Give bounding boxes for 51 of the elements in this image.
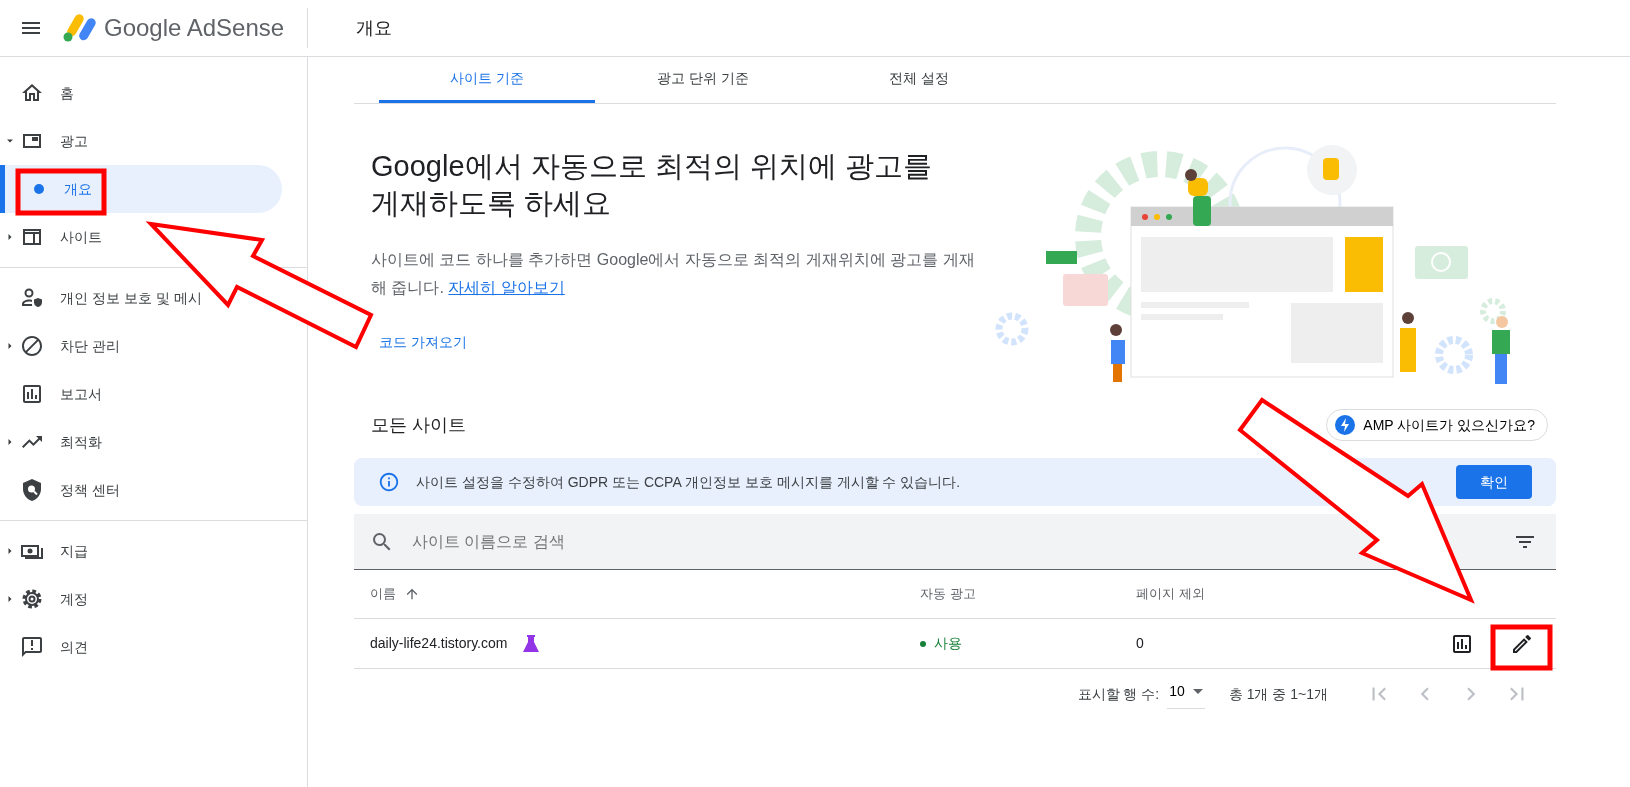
- sidebar-item[interactable]: 홈: [0, 78, 74, 108]
- section-title: 모든 사이트: [371, 413, 466, 437]
- rows-per-page-select[interactable]: 10: [1167, 679, 1205, 709]
- sidebar-item[interactable]: 차단 관리: [0, 331, 120, 361]
- menu-icon: [22, 22, 40, 34]
- page-title: 개요: [355, 16, 392, 40]
- confirm-button[interactable]: 확인: [1456, 465, 1532, 499]
- highlight-frame: [1490, 624, 1553, 671]
- get-code-button[interactable]: 코드 가져오기: [371, 326, 475, 359]
- table-cell-text: 0: [1136, 634, 1145, 653]
- bolt-icon: [1335, 415, 1356, 435]
- sidebar-item[interactable]: 최적화: [0, 427, 102, 457]
- bar-chart-icon: [20, 382, 44, 406]
- learn-more-link[interactable]: 자세히 알아보기: [448, 279, 565, 296]
- rows-per-page-label: 표시할 행 수:: [1077, 684, 1160, 704]
- site-name: daily-life24.tistory.com: [370, 634, 508, 653]
- page-range: 총 1개 중 1~1개: [1228, 684, 1328, 704]
- hero-headline: Google에서 자동으로 최적의 위치에 광고를 게재하도록 하세요: [371, 149, 933, 221]
- hero-description: 사이트에 코드 하나를 추가하면 Google에서 자동으로 최적의 게재위치에 광고를 게재해 줍니다. 자세히 알아보기: [371, 250, 976, 298]
- bullet-icon: [34, 184, 44, 194]
- info-icon: [378, 471, 400, 493]
- shield-search-icon: [20, 478, 44, 502]
- logo-icon: [62, 13, 96, 43]
- tab[interactable]: 사이트 기준: [379, 57, 595, 103]
- sidebar-item[interactable]: 개요: [0, 165, 282, 213]
- sidebar-item[interactable]: 사이트: [0, 222, 102, 252]
- status-text: 사용: [934, 634, 962, 653]
- sidebar-item[interactable]: 계정: [0, 584, 88, 614]
- column-header: 페이지 제외: [1136, 585, 1206, 604]
- search-input[interactable]: 사이트 이름으로 검색: [410, 528, 1510, 555]
- feedback-icon: [20, 635, 44, 659]
- column-header: 자동 광고: [920, 585, 977, 604]
- gear-icon: [20, 587, 44, 611]
- column-header[interactable]: 이름: [370, 584, 920, 604]
- sidebar-item[interactable]: 광고: [0, 126, 88, 156]
- amp-chip[interactable]: AMP 사이트가 있으신가요?: [1326, 409, 1548, 441]
- sort-arrow-icon: [404, 586, 420, 602]
- tab[interactable]: 광고 단위 기준: [595, 57, 811, 103]
- search-field[interactable]: 사이트 이름으로 검색: [354, 514, 1556, 570]
- sidebar-item[interactable]: 지급: [0, 536, 88, 566]
- filter-icon: [1516, 535, 1534, 548]
- sidebar-item[interactable]: 보고서: [0, 379, 102, 409]
- sidebar-item[interactable]: 의견: [0, 632, 88, 662]
- product-name: Google AdSense: [104, 13, 285, 43]
- sidebar-item[interactable]: 정책 센터: [0, 475, 120, 505]
- block-icon: [20, 334, 44, 358]
- banner-message: 사이트 설정을 수정하여 GDPR 또는 CCPA 개인정보 보호 메시지를 게시할 수 있습니다.: [416, 472, 962, 492]
- person-shield-icon: [20, 286, 44, 310]
- sidebar-item[interactable]: 개인 정보 보호 및 메시: [0, 283, 202, 313]
- caret-icon: [1192, 689, 1203, 694]
- tab[interactable]: 전체 설정: [811, 57, 1027, 103]
